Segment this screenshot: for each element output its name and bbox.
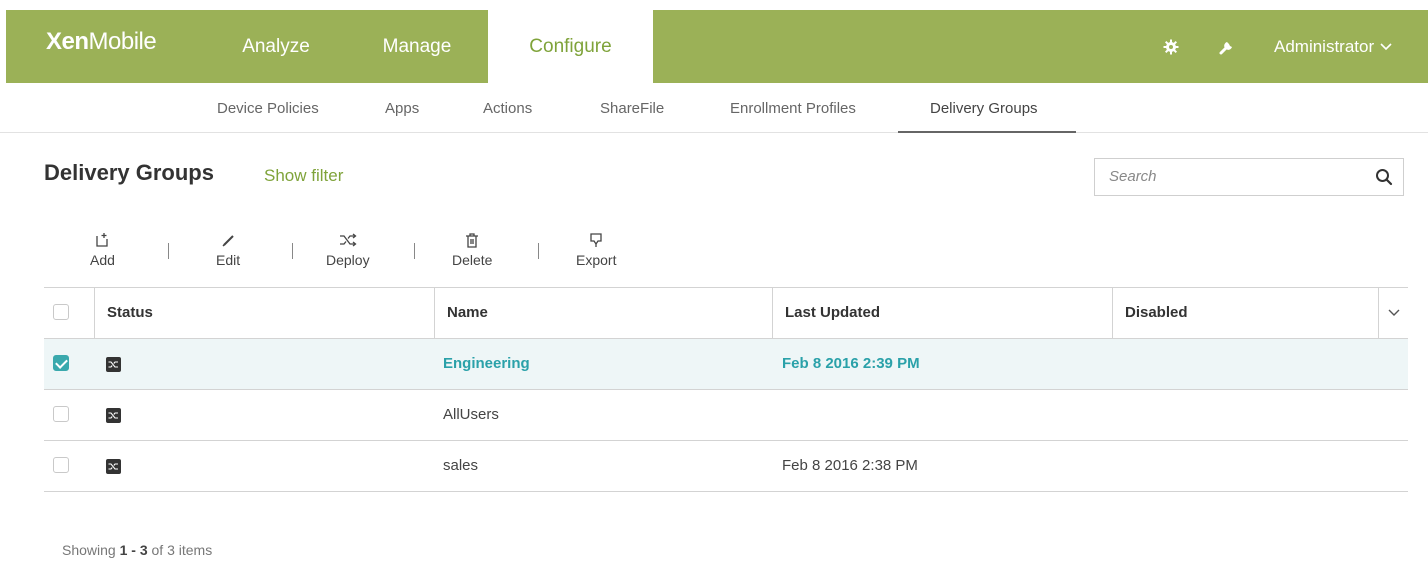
chevron-down-icon bbox=[1380, 42, 1392, 50]
gear-icon[interactable] bbox=[1158, 34, 1184, 60]
shuffle-icon bbox=[339, 233, 357, 247]
add-button[interactable]: Add bbox=[90, 232, 115, 268]
toolbar-divider bbox=[538, 243, 539, 259]
edit-button[interactable]: Edit bbox=[216, 232, 240, 268]
page-title: Delivery Groups bbox=[44, 160, 214, 185]
row-checkbox[interactable] bbox=[53, 406, 69, 422]
toolbar-divider bbox=[414, 243, 415, 259]
sub-navigation: Device Policies Apps Actions ShareFile E… bbox=[0, 83, 1428, 133]
row-checkbox[interactable] bbox=[53, 355, 69, 371]
column-header-last-updated[interactable]: Last Updated bbox=[772, 288, 1112, 338]
tab-analyze[interactable]: Analyze bbox=[206, 10, 346, 83]
pagination-total: of 3 items bbox=[147, 542, 213, 558]
action-toolbar: Add Edit Deploy Delete Export bbox=[70, 232, 670, 276]
column-header-status[interactable]: Status bbox=[94, 288, 434, 338]
row-last-updated: Feb 8 2016 2:38 PM bbox=[782, 457, 918, 474]
pagination-range: 1 - 3 bbox=[119, 542, 148, 558]
table-row[interactable]: AllUsers bbox=[44, 390, 1408, 441]
active-subnav-indicator bbox=[898, 131, 1076, 133]
delivery-group-status-icon bbox=[106, 459, 121, 474]
column-menu-chevron-icon[interactable] bbox=[1378, 288, 1408, 338]
subnav-apps[interactable]: Apps bbox=[385, 83, 419, 133]
delivery-groups-table: Status Name Last Updated Disabled Engine… bbox=[44, 287, 1408, 492]
export-label: Export bbox=[576, 252, 617, 268]
table-row[interactable]: sales Feb 8 2016 2:38 PM bbox=[44, 441, 1408, 492]
toolbar-divider bbox=[168, 243, 169, 259]
select-all-checkbox[interactable] bbox=[53, 304, 69, 320]
tab-manage[interactable]: Manage bbox=[346, 10, 488, 83]
delivery-group-status-icon bbox=[106, 357, 121, 372]
export-icon bbox=[590, 233, 602, 247]
pagination-prefix: Showing bbox=[62, 542, 120, 558]
delete-label: Delete bbox=[452, 252, 493, 268]
subnav-device-policies[interactable]: Device Policies bbox=[217, 83, 319, 133]
table-header-row: Status Name Last Updated Disabled bbox=[44, 287, 1408, 339]
subnav-actions[interactable]: Actions bbox=[483, 83, 532, 133]
row-name[interactable]: Engineering bbox=[443, 339, 530, 389]
subnav-enrollment-profiles[interactable]: Enrollment Profiles bbox=[730, 83, 856, 133]
add-label: Add bbox=[90, 252, 115, 268]
user-menu[interactable]: Administrator bbox=[1274, 37, 1392, 57]
edit-label: Edit bbox=[216, 252, 241, 268]
row-name[interactable]: AllUsers bbox=[443, 390, 499, 440]
deploy-button[interactable]: Deploy bbox=[326, 232, 370, 268]
pagination-summary: Showing 1 - 3 of 3 items bbox=[62, 542, 212, 558]
export-button[interactable]: Export bbox=[576, 232, 616, 268]
show-filter-link[interactable]: Show filter bbox=[264, 166, 343, 186]
trash-icon bbox=[466, 233, 479, 248]
column-header-disabled[interactable]: Disabled bbox=[1112, 288, 1378, 338]
table-row[interactable]: Engineering Feb 8 2016 2:39 PM bbox=[44, 339, 1408, 390]
search-box bbox=[1094, 158, 1404, 196]
select-all-cell bbox=[44, 288, 94, 338]
subnav-delivery-groups[interactable]: Delivery Groups bbox=[930, 83, 1038, 133]
top-navigation-bar: XenMobile Analyze Manage Configure Admin… bbox=[6, 10, 1428, 83]
tab-configure[interactable]: Configure bbox=[488, 10, 653, 83]
search-icon[interactable] bbox=[1375, 168, 1393, 191]
user-name: Administrator bbox=[1274, 36, 1375, 56]
pencil-icon bbox=[222, 235, 234, 247]
column-header-name[interactable]: Name bbox=[434, 288, 772, 338]
subnav-sharefile[interactable]: ShareFile bbox=[600, 83, 664, 133]
row-last-updated: Feb 8 2016 2:39 PM bbox=[782, 355, 920, 372]
add-icon bbox=[96, 233, 109, 247]
delete-button[interactable]: Delete bbox=[452, 232, 492, 268]
toolbar-divider bbox=[292, 243, 293, 259]
search-input[interactable] bbox=[1095, 159, 1365, 193]
deploy-label: Deploy bbox=[326, 252, 370, 268]
xenmobile-logo[interactable]: XenMobile bbox=[46, 28, 157, 56]
row-name[interactable]: sales bbox=[443, 441, 478, 491]
wrench-icon[interactable] bbox=[1214, 34, 1240, 60]
row-checkbox[interactable] bbox=[53, 457, 69, 473]
delivery-group-status-icon bbox=[106, 408, 121, 423]
